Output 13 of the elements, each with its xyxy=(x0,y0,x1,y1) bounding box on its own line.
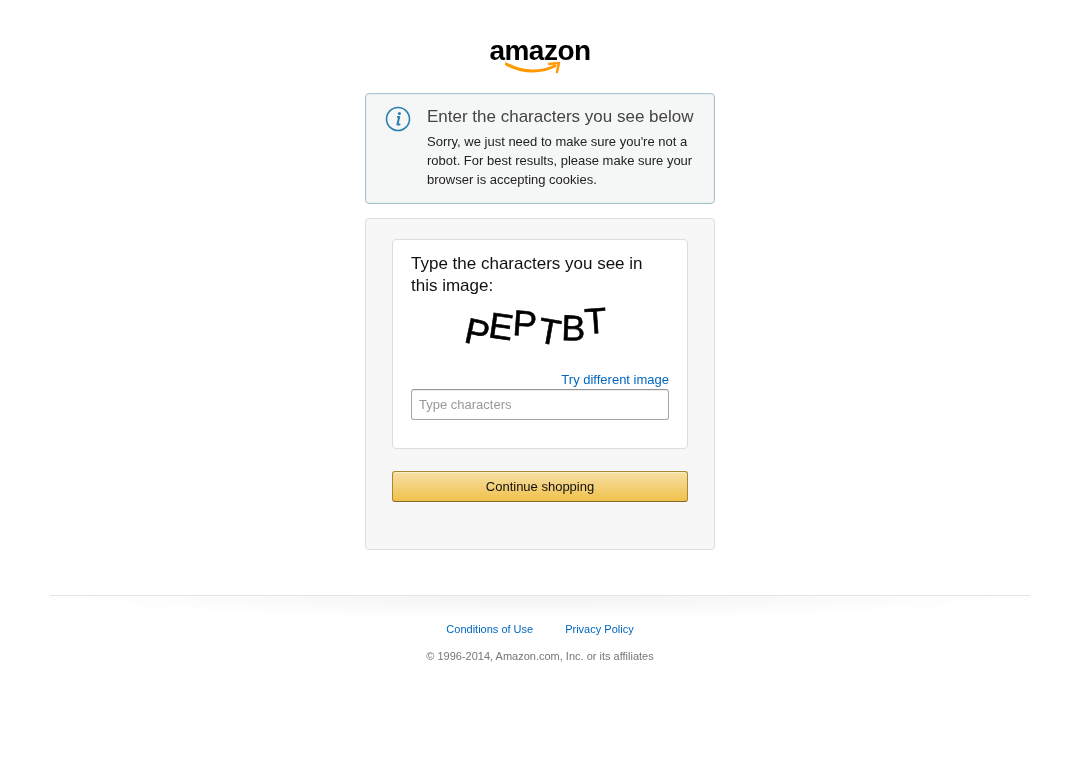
info-icon xyxy=(385,106,411,132)
try-different-image-link[interactable]: Try different image xyxy=(561,371,669,388)
footer-link[interactable]: Conditions of Use xyxy=(446,622,534,636)
smile-arrow-icon xyxy=(505,62,561,74)
continue-shopping-button[interactable]: Continue shopping xyxy=(392,471,688,502)
captcha-image: PEPTBT xyxy=(459,300,613,350)
captcha-prompt: Type the characters you see in this image: xyxy=(411,253,644,297)
logo-wordmark: amazon xyxy=(489,36,591,66)
characters-input[interactable]: Type characters xyxy=(411,389,669,420)
alert-message: Sorry, we just need to make sure you're not a robot. For best results, please make sure your browser is accepting cookies. xyxy=(427,133,694,189)
alert-heading: Enter the characters you see below xyxy=(427,106,695,128)
copyright-text: © 1996-2014, Amazon.com, Inc. or its affiliates xyxy=(426,649,654,663)
footer-link[interactable]: Privacy Policy xyxy=(565,622,634,636)
